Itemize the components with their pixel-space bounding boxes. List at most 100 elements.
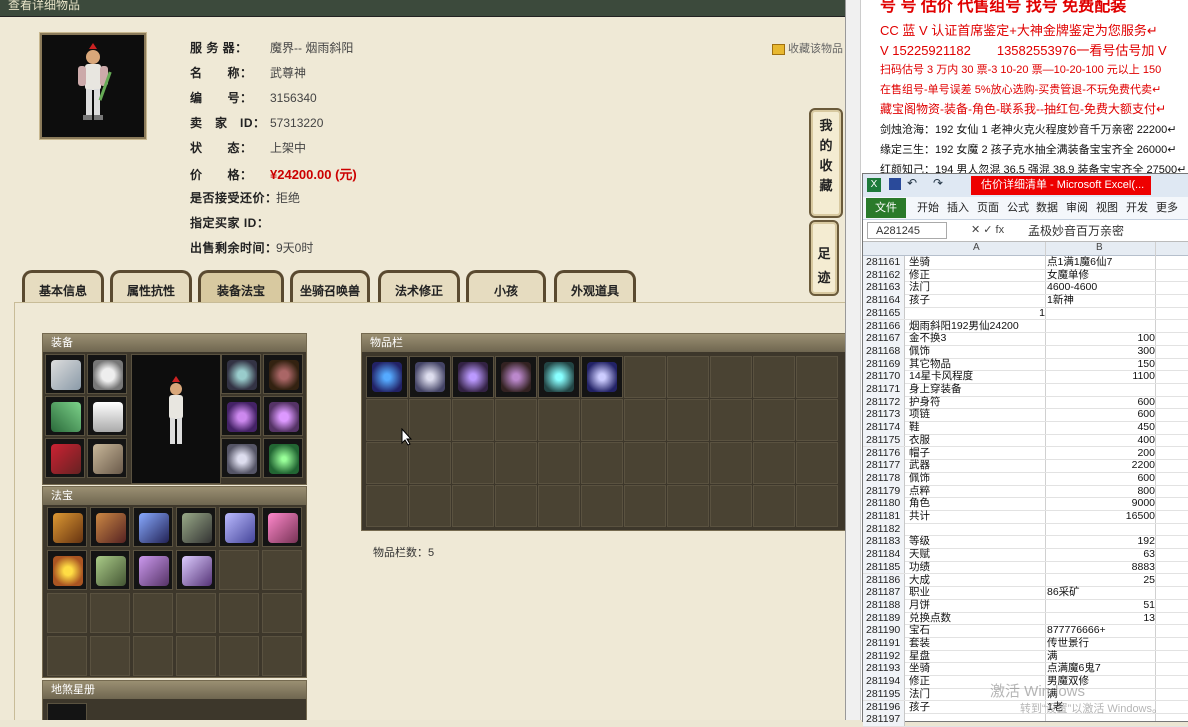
cell-a[interactable]: 大成 (909, 574, 1045, 587)
sheet-row[interactable]: 281184 天赋 63 (863, 548, 1188, 562)
fabao-slot[interactable] (176, 507, 216, 547)
ribbon-tab[interactable]: 插入 (947, 197, 969, 219)
row-number[interactable]: 281177 (863, 459, 905, 472)
cell-a[interactable]: 共计 (909, 510, 1045, 523)
sheet-row[interactable]: 281189 兑换点数 13 (863, 611, 1188, 626)
sheet-row[interactable]: 281170 14星卡风程度 1100 (863, 370, 1188, 384)
cell-a[interactable]: 宝石 (909, 624, 1045, 637)
formula-buttons[interactable]: ✕ ✓ fx (971, 223, 1004, 236)
sheet-row[interactable]: 281176 帽子 200 (863, 446, 1188, 461)
cell-a[interactable]: 佩饰 (909, 472, 1045, 485)
row-number[interactable]: 281195 (863, 687, 905, 701)
cell-a[interactable]: 修正 (909, 269, 1045, 282)
row-number[interactable]: 281168 (863, 344, 905, 358)
ribbon-tab[interactable]: 视图 (1096, 197, 1118, 219)
inventory-slot[interactable] (538, 356, 580, 398)
inventory-slot-empty[interactable] (667, 356, 709, 398)
fabao-slot[interactable] (133, 507, 173, 547)
row-number[interactable]: 281189 (863, 611, 905, 625)
fabao-slot[interactable] (47, 550, 87, 590)
row-number[interactable]: 281172 (863, 395, 905, 409)
fabao-slot-empty[interactable] (176, 593, 216, 633)
ribbon-tab[interactable]: 数据 (1036, 197, 1058, 219)
inventory-slot-empty[interactable] (538, 485, 580, 527)
sheet-row[interactable]: 281193 坐骑 点满魔6鬼7 (863, 662, 1188, 677)
inventory-slot-empty[interactable] (538, 442, 580, 484)
cell-b[interactable]: 13 (1047, 612, 1155, 625)
column-header-a[interactable]: A (973, 242, 980, 253)
sheet-row[interactable]: 281161 坐骑 点1满1魔6仙7 (863, 256, 1188, 270)
window-scrollbar[interactable] (845, 0, 861, 720)
inventory-slot-empty[interactable] (495, 485, 537, 527)
sheet-row[interactable]: 281177 武器 2200 (863, 459, 1188, 473)
cell-a[interactable]: 坐骑 (909, 256, 1045, 269)
cell-a[interactable]: 鞋 (909, 421, 1045, 434)
row-number[interactable]: 281181 (863, 510, 905, 523)
cell-b[interactable]: 600 (1047, 472, 1155, 485)
inventory-slot-empty[interactable] (796, 485, 838, 527)
cell-b[interactable]: 25 (1047, 574, 1155, 587)
equip-slot[interactable] (87, 354, 127, 394)
tab-equipment[interactable]: 装备法宝 (198, 270, 284, 302)
equip-slot[interactable] (45, 396, 85, 436)
fabao-slot-empty[interactable] (262, 550, 302, 590)
inventory-slot-empty[interactable] (409, 485, 451, 527)
inventory-slot-empty[interactable] (710, 356, 752, 398)
ribbon-tab[interactable]: 页面 (977, 197, 999, 219)
cell-b[interactable]: 2200 (1047, 459, 1155, 472)
ribbon-tab[interactable]: 开始 (917, 197, 939, 219)
row-number[interactable]: 281178 (863, 471, 905, 485)
sheet-row[interactable]: 281188 月饼 51 (863, 598, 1188, 613)
inventory-slot-empty[interactable] (366, 485, 408, 527)
cell-a[interactable]: 项链 (909, 408, 1045, 421)
cell-a[interactable]: 其它物品 (909, 358, 1045, 371)
inventory-slot[interactable] (495, 356, 537, 398)
cell-b[interactable]: 600 (1047, 396, 1155, 409)
inventory-slot-empty[interactable] (667, 485, 709, 527)
row-number[interactable]: 281171 (863, 383, 905, 396)
row-number[interactable]: 281183 (863, 535, 905, 549)
inventory-slot-empty[interactable] (581, 442, 623, 484)
cell-b[interactable]: 877776666+ (1047, 624, 1155, 637)
fabao-slot-empty[interactable] (90, 593, 130, 633)
inventory-slot-empty[interactable] (452, 485, 494, 527)
row-number[interactable]: 281193 (863, 662, 905, 676)
equip-slot[interactable] (263, 354, 303, 394)
name-box[interactable]: A281245 (867, 222, 947, 239)
inventory-slot-empty[interactable] (753, 356, 795, 398)
equip-slot[interactable] (87, 438, 127, 478)
inventory-slot-empty[interactable] (581, 399, 623, 441)
fabao-slot[interactable] (262, 507, 302, 547)
inventory-slot-empty[interactable] (710, 485, 752, 527)
cell-a[interactable]: 星盘 (909, 650, 1045, 663)
sheet-row[interactable]: 281180 角色 9000 (863, 497, 1188, 511)
inventory-slot-empty[interactable] (495, 399, 537, 441)
cell-b[interactable]: 9000 (1047, 497, 1155, 510)
sheet-row[interactable]: 281182 (863, 522, 1188, 537)
inventory-slot-empty[interactable] (667, 442, 709, 484)
cell-a[interactable]: 金不换3 (909, 332, 1045, 345)
sheet-row[interactable]: 281179 点粹 800 (863, 484, 1188, 499)
redo-icon[interactable]: ↷ (933, 176, 943, 190)
cell-a[interactable]: 烟雨斜阳192男仙24200 (909, 320, 1045, 333)
row-number[interactable]: 281191 (863, 637, 905, 650)
row-number[interactable]: 281188 (863, 598, 905, 612)
tab-mounts[interactable]: 坐骑召唤兽 (290, 270, 370, 302)
inventory-slot-empty[interactable] (452, 442, 494, 484)
inventory-slot-empty[interactable] (753, 442, 795, 484)
cell-b[interactable]: 450 (1047, 421, 1155, 434)
cell-b[interactable]: 女魔单修 (1047, 269, 1155, 282)
row-number[interactable]: 281174 (863, 421, 905, 434)
equip-slot[interactable] (221, 438, 261, 478)
tab-basic-info[interactable]: 基本信息 (22, 270, 104, 302)
cell-b[interactable]: 100 (1047, 332, 1155, 345)
equip-slot[interactable] (221, 354, 261, 394)
fabao-slot-empty[interactable] (176, 636, 216, 676)
inventory-slot-empty[interactable] (409, 442, 451, 484)
cell-a[interactable]: 职业 (909, 586, 1045, 599)
fabao-slot[interactable] (90, 550, 130, 590)
row-number[interactable]: 281169 (863, 357, 905, 371)
equip-slot[interactable] (45, 438, 85, 478)
inventory-slot[interactable] (409, 356, 451, 398)
cell-a[interactable]: 身上穿装备 (909, 383, 1045, 396)
